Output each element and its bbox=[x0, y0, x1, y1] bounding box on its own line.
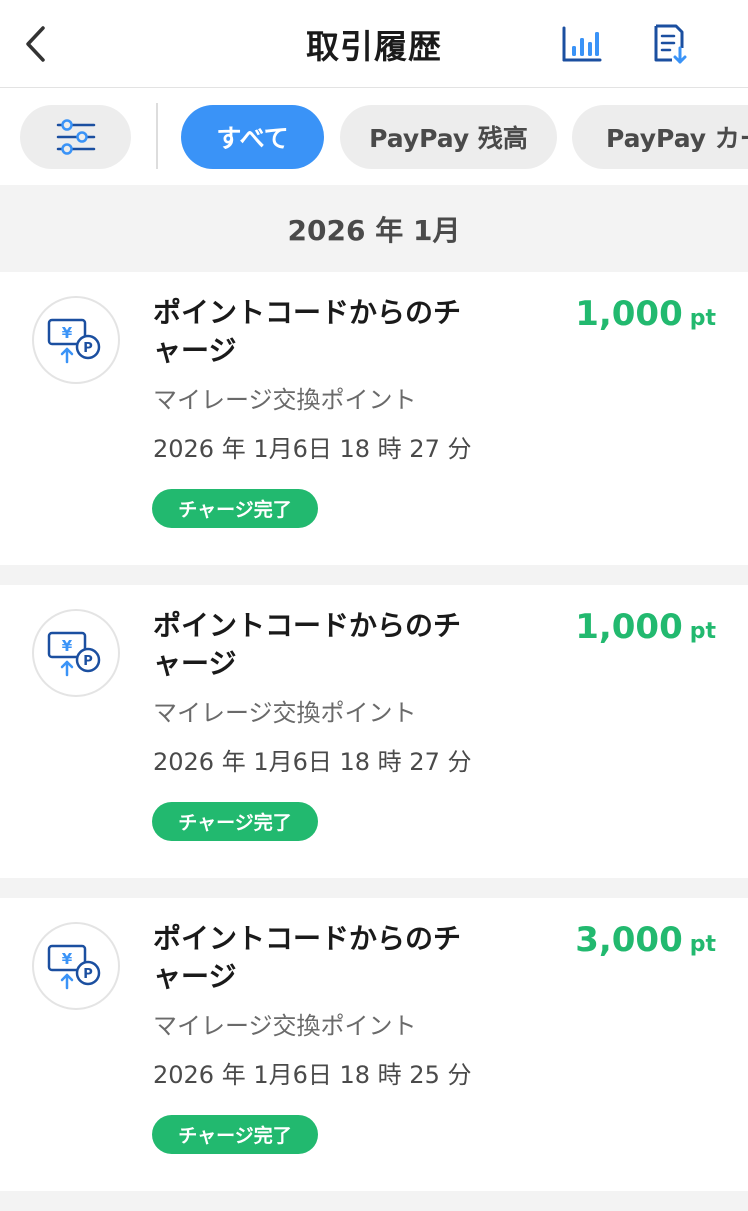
month-section-header: 2026 年 1月 bbox=[0, 185, 748, 272]
filter-chip-paypay-balance[interactable]: PayPay 残高 bbox=[340, 105, 557, 169]
transaction-subtitle: マイレージ交換ポイント bbox=[153, 1012, 417, 1040]
transaction-datetime: 2026 年 1月6日 18 時 27 分 bbox=[153, 435, 472, 463]
transaction-datetime: 2026 年 1月6日 18 時 27 分 bbox=[153, 748, 472, 776]
filter-settings-button[interactable] bbox=[20, 105, 131, 169]
amount-value: 1,000 bbox=[575, 294, 683, 334]
point-charge-icon: ¥ P bbox=[32, 296, 120, 384]
amount-unit: pt bbox=[689, 619, 716, 644]
status-badge: チャージ完了 bbox=[152, 802, 318, 841]
status-badge: チャージ完了 bbox=[152, 1115, 318, 1154]
svg-text:P: P bbox=[83, 341, 93, 356]
export-history-button[interactable] bbox=[646, 20, 694, 68]
transaction-amount: 1,000 pt bbox=[575, 607, 716, 647]
filter-chip-all[interactable]: すべて bbox=[181, 105, 324, 169]
amount-unit: pt bbox=[689, 306, 716, 331]
transaction-subtitle: マイレージ交換ポイント bbox=[153, 386, 417, 414]
transaction-list: ¥ P ポイントコードからのチャージ マイレージ交換ポイント 2026 年 1月… bbox=[0, 272, 748, 1211]
transaction-row[interactable]: ¥ P ポイントコードからのチャージ マイレージ交換ポイント 2026 年 1月… bbox=[0, 585, 748, 878]
transaction-amount: 3,000 pt bbox=[575, 920, 716, 960]
filter-bar: すべて PayPay 残高 PayPay カー bbox=[0, 88, 748, 185]
row-separator bbox=[0, 1191, 748, 1211]
chevron-left-icon bbox=[26, 26, 45, 62]
row-separator bbox=[0, 878, 748, 898]
status-badge: チャージ完了 bbox=[152, 489, 318, 528]
transaction-subtitle: マイレージ交換ポイント bbox=[153, 699, 417, 727]
transaction-row[interactable]: ¥ P ポイントコードからのチャージ マイレージ交換ポイント 2026 年 1月… bbox=[0, 272, 748, 565]
svg-text:¥: ¥ bbox=[62, 324, 73, 342]
transaction-amount: 1,000 pt bbox=[575, 294, 716, 334]
transaction-title: ポイントコードからのチャージ bbox=[153, 922, 462, 993]
amount-unit: pt bbox=[689, 932, 716, 957]
svg-text:P: P bbox=[83, 967, 93, 982]
bar-chart-icon bbox=[562, 26, 602, 62]
transaction-datetime: 2026 年 1月6日 18 時 25 分 bbox=[153, 1061, 472, 1089]
svg-text:¥: ¥ bbox=[62, 950, 73, 968]
page-title: 取引履歴 bbox=[306, 27, 442, 66]
back-button[interactable] bbox=[14, 20, 58, 68]
point-charge-icon: ¥ P bbox=[32, 922, 120, 1010]
transaction-title: ポイントコードからのチャージ bbox=[153, 296, 462, 367]
amount-value: 1,000 bbox=[575, 607, 683, 647]
statistics-button[interactable] bbox=[558, 20, 606, 68]
filter-divider bbox=[156, 103, 158, 169]
transaction-row[interactable]: ¥ P ポイントコードからのチャージ マイレージ交換ポイント 2026 年 1月… bbox=[0, 898, 748, 1191]
filter-chip-paypay-card[interactable]: PayPay カー bbox=[572, 105, 748, 169]
document-download-icon bbox=[654, 24, 687, 64]
svg-text:¥: ¥ bbox=[62, 637, 73, 655]
svg-text:P: P bbox=[83, 654, 93, 669]
app-header: 取引履歴 bbox=[0, 0, 748, 88]
amount-value: 3,000 bbox=[575, 920, 683, 960]
transaction-title: ポイントコードからのチャージ bbox=[153, 609, 462, 680]
row-separator bbox=[0, 565, 748, 585]
sliders-icon bbox=[56, 119, 95, 155]
point-charge-icon: ¥ P bbox=[32, 609, 120, 697]
